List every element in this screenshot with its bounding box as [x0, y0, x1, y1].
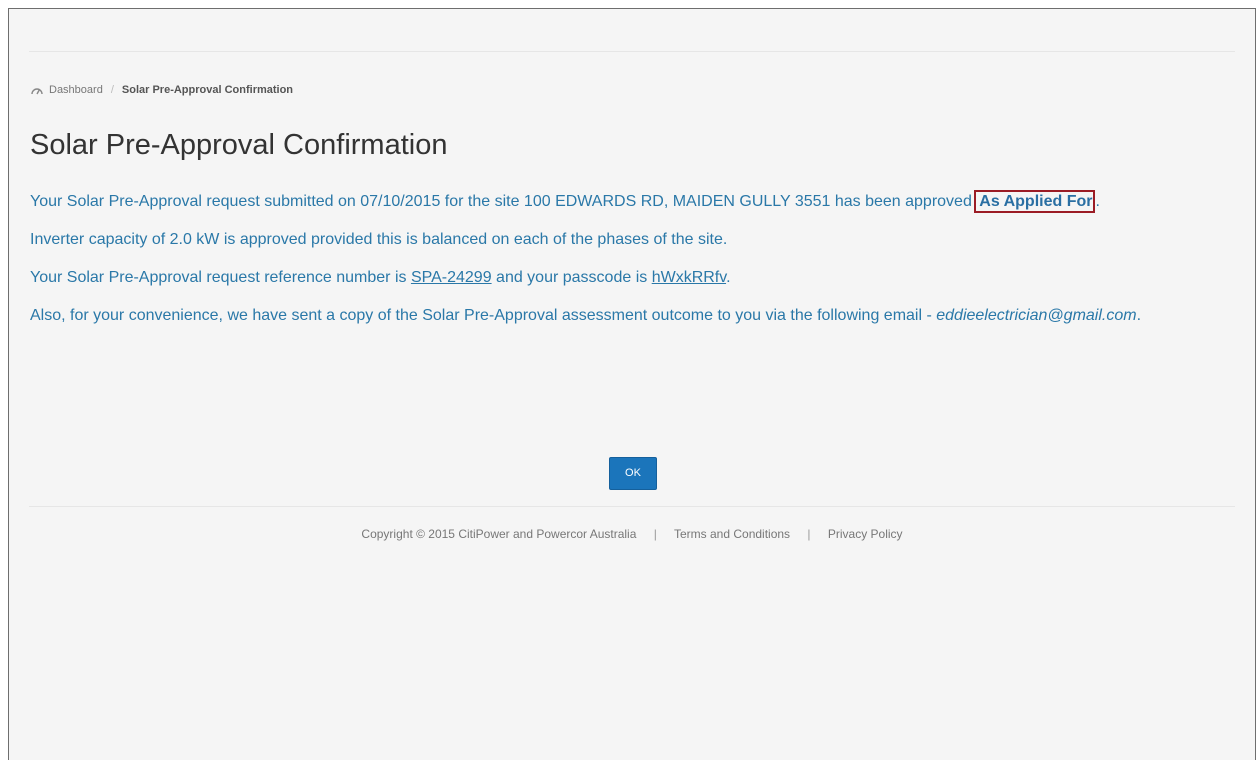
footer: Copyright © 2015 CitiPower and Powercor …	[9, 527, 1255, 541]
approval-paragraph: Your Solar Pre-Approval request submitte…	[30, 190, 1230, 214]
footer-separator: |	[807, 527, 811, 541]
ok-button[interactable]: OK	[609, 457, 657, 490]
approval-suffix: .	[1095, 193, 1100, 210]
breadcrumb-current: Solar Pre-Approval Confirmation	[121, 84, 294, 96]
breadcrumb-separator: /	[110, 84, 114, 96]
breadcrumb-dashboard-link[interactable]: Dashboard	[49, 84, 103, 96]
reference-paragraph: Your Solar Pre-Approval request referenc…	[30, 266, 1230, 290]
inverter-paragraph: Inverter capacity of 2.0 kW is approved …	[30, 231, 728, 248]
approval-text: Your Solar Pre-Approval request submitte…	[30, 193, 977, 210]
page-frame: Dashboard / Solar Pre-Approval Confirmat…	[8, 8, 1256, 760]
dashboard-gauge-icon	[31, 88, 43, 95]
reference-number-link[interactable]: SPA-24299	[411, 269, 492, 286]
footer-divider	[29, 506, 1235, 507]
approval-status-highlight: As Applied For	[974, 190, 1096, 213]
passcode-link[interactable]: hWxkRRfv	[652, 269, 726, 286]
passcode-text: and your passcode is	[491, 269, 652, 286]
page-title: Solar Pre-Approval Confirmation	[30, 129, 448, 161]
email-paragraph: Also, for your convenience, we have sent…	[30, 304, 1230, 328]
email-text: Also, for your convenience, we have sent…	[30, 307, 937, 324]
confirmation-message: Your Solar Pre-Approval request submitte…	[30, 190, 1230, 342]
header-divider	[29, 51, 1235, 52]
reference-suffix: .	[726, 269, 731, 286]
email-suffix: .	[1136, 307, 1142, 324]
breadcrumb: Dashboard / Solar Pre-Approval Confirmat…	[31, 84, 293, 96]
terms-link[interactable]: Terms and Conditions	[674, 527, 790, 541]
copyright-text: Copyright © 2015 CitiPower and Powercor …	[361, 527, 637, 541]
footer-separator: |	[653, 527, 657, 541]
email-address: eddieelectrician@gmail.com	[936, 307, 1137, 324]
privacy-link[interactable]: Privacy Policy	[828, 527, 903, 541]
reference-text: Your Solar Pre-Approval request referenc…	[30, 269, 411, 286]
